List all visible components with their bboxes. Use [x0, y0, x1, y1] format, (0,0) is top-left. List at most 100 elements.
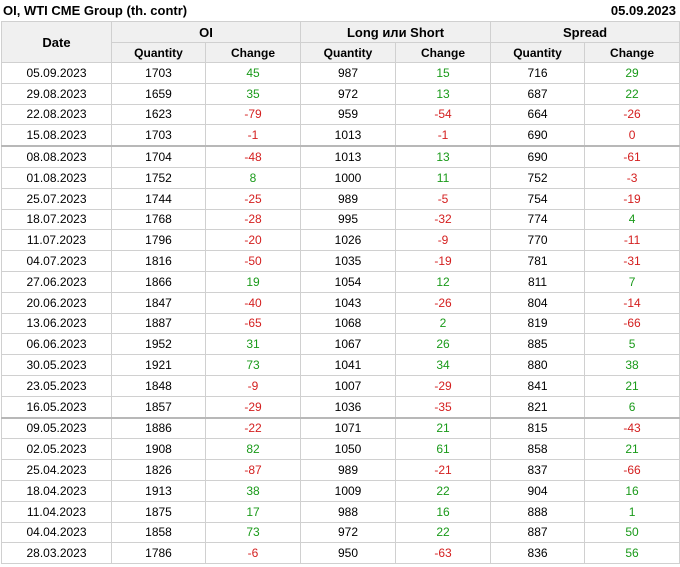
- long-short-change-cell: 34: [395, 354, 492, 376]
- long-short-quantity-cell: 1050: [300, 438, 397, 461]
- spread-change-cell: 56: [584, 542, 680, 565]
- table-row: 18.04.2023 1913 38 1009 22 904 16: [1, 479, 680, 502]
- oi-quantity-cell: 1659: [111, 82, 206, 105]
- table-row: 02.05.2023 1908 82 1050 61 858 21: [1, 438, 680, 461]
- oi-quantity-header: Quantity: [111, 42, 206, 63]
- long-short-change-cell: 13: [395, 82, 492, 105]
- oi-quantity-cell: 1752: [111, 166, 206, 189]
- table-row: 27.06.2023 1866 19 1054 12 811 7: [1, 270, 680, 293]
- table-row: 25.07.2023 1744 -25 989 -5 754 -19: [1, 187, 680, 210]
- spread-quantity-cell: 841: [490, 374, 586, 397]
- oi-quantity-cell: 1768: [111, 208, 206, 231]
- spread-quantity-cell: 770: [490, 229, 586, 252]
- long-short-change-cell: 15: [395, 62, 492, 84]
- long-short-change-cell: -26: [395, 291, 492, 314]
- oi-change-cell: -25: [204, 187, 302, 210]
- spread-quantity-cell: 754: [490, 187, 586, 210]
- date-cell: 18.07.2023: [1, 208, 112, 231]
- spread-quantity-cell: 664: [490, 103, 586, 126]
- date-cell: 11.07.2023: [1, 229, 112, 252]
- long-short-quantity-cell: 1043: [300, 291, 397, 314]
- oi-change-cell: -65: [204, 312, 302, 335]
- oi-quantity-cell: 1866: [111, 270, 206, 293]
- spread-change-cell: -3: [584, 166, 680, 189]
- oi-change-cell: 82: [204, 438, 302, 461]
- date-cell: 04.07.2023: [1, 250, 112, 272]
- spread-quantity-cell: 815: [490, 416, 586, 440]
- long-short-quantity-header: Quantity: [300, 42, 397, 63]
- spread-change-cell: 4: [584, 208, 680, 231]
- oi-quantity-cell: 1826: [111, 459, 206, 481]
- spread-change-cell: 21: [584, 438, 680, 461]
- oi-quantity-cell: 1744: [111, 187, 206, 210]
- table-row: 25.04.2023 1826 -87 989 -21 837 -66: [1, 459, 680, 481]
- long-short-change-cell: 21: [395, 416, 492, 440]
- report-date: 05.09.2023: [610, 3, 676, 18]
- oi-change-cell: -6: [204, 542, 302, 565]
- date-cell: 08.08.2023: [1, 145, 112, 168]
- long-short-quantity-cell: 1068: [300, 312, 397, 335]
- table-row: 04.07.2023 1816 -50 1035 -19 781 -31: [1, 250, 680, 272]
- long-short-quantity-cell: 959: [300, 103, 397, 126]
- long-short-quantity-cell: 1007: [300, 374, 397, 397]
- spread-change-cell: 38: [584, 354, 680, 376]
- table-row: 04.04.2023 1858 73 972 22 887 50: [1, 521, 680, 544]
- table-row: 01.08.2023 1752 8 1000 11 752 -3: [1, 166, 680, 189]
- oi-change-cell: 19: [204, 270, 302, 293]
- table-row: 13.06.2023 1887 -65 1068 2 819 -66: [1, 312, 680, 335]
- long-short-change-cell: 16: [395, 500, 492, 523]
- date-cell: 18.04.2023: [1, 479, 112, 502]
- date-cell: 23.05.2023: [1, 374, 112, 397]
- date-cell: 16.05.2023: [1, 395, 112, 419]
- spread-change-cell: -26: [584, 103, 680, 126]
- spread-change-cell: 1: [584, 500, 680, 523]
- spread-quantity-cell: 781: [490, 250, 586, 272]
- date-cell: 30.05.2023: [1, 354, 112, 376]
- table-row: 29.08.2023 1659 35 972 13 687 22: [1, 82, 680, 105]
- report-title: OI, WTI CME Group (th. contr): [3, 3, 188, 18]
- spread-quantity-cell: 836: [490, 542, 586, 565]
- long-short-quantity-cell: 1054: [300, 270, 397, 293]
- oi-change-cell: -20: [204, 229, 302, 252]
- oi-quantity-cell: 1921: [111, 354, 206, 376]
- long-short-quantity-cell: 1013: [300, 124, 397, 147]
- long-short-change-header: Change: [395, 42, 492, 63]
- long-short-quantity-cell: 989: [300, 187, 397, 210]
- oi-quantity-cell: 1786: [111, 542, 206, 565]
- spread-change-cell: -31: [584, 250, 680, 272]
- oi-quantity-cell: 1908: [111, 438, 206, 461]
- table-row: 16.05.2023 1857 -29 1036 -35 821 6: [1, 395, 680, 419]
- date-cell: 04.04.2023: [1, 521, 112, 544]
- spread-change-cell: 6: [584, 395, 680, 419]
- spread-change-cell: -61: [584, 145, 680, 168]
- table-row: 11.04.2023 1875 17 988 16 888 1: [1, 500, 680, 523]
- oi-quantity-cell: 1913: [111, 479, 206, 502]
- spread-quantity-header: Quantity: [490, 42, 586, 63]
- table-row: 11.07.2023 1796 -20 1026 -9 770 -11: [1, 229, 680, 252]
- oi-change-cell: -40: [204, 291, 302, 314]
- long-short-change-cell: -32: [395, 208, 492, 231]
- oi-change-cell: -22: [204, 416, 302, 440]
- date-cell: 05.09.2023: [1, 62, 112, 84]
- date-cell: 02.05.2023: [1, 438, 112, 461]
- long-short-group-header: Long или Short: [300, 21, 492, 43]
- long-short-change-cell: 12: [395, 270, 492, 293]
- oi-quantity-cell: 1858: [111, 521, 206, 544]
- long-short-change-cell: 11: [395, 166, 492, 189]
- oi-quantity-cell: 1623: [111, 103, 206, 126]
- date-cell: 28.03.2023: [1, 542, 112, 565]
- spread-change-cell: 5: [584, 333, 680, 356]
- spread-quantity-cell: 690: [490, 145, 586, 168]
- spread-change-cell: -43: [584, 416, 680, 440]
- long-short-quantity-cell: 1036: [300, 395, 397, 419]
- spread-quantity-cell: 690: [490, 124, 586, 147]
- table-row: 15.08.2023 1703 -1 1013 -1 690 0: [1, 124, 680, 147]
- oi-change-cell: 45: [204, 62, 302, 84]
- oi-table: Date OI Long или Short Spread Quantity C…: [1, 21, 680, 565]
- spread-quantity-cell: 774: [490, 208, 586, 231]
- oi-change-cell: 8: [204, 166, 302, 189]
- oi-quantity-cell: 1848: [111, 374, 206, 397]
- table-row: 18.07.2023 1768 -28 995 -32 774 4: [1, 208, 680, 231]
- oi-quantity-cell: 1887: [111, 312, 206, 335]
- oi-change-cell: -79: [204, 103, 302, 126]
